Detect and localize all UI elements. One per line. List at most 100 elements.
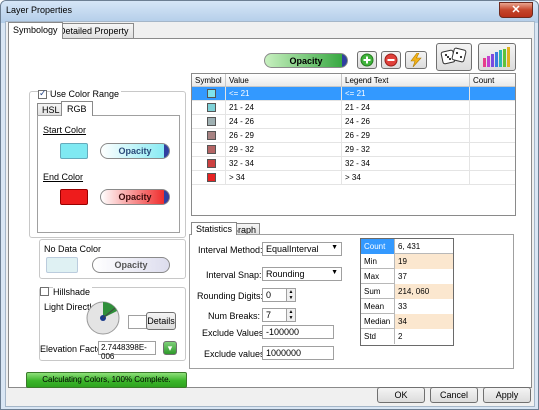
value-cell[interactable]: 24 - 26: [226, 115, 342, 129]
stat-row: Mean 33: [361, 299, 453, 314]
symbol-cell[interactable]: [192, 157, 226, 171]
col-symbol[interactable]: Symbol: [192, 74, 226, 87]
use-color-range-checkbox[interactable]: [38, 88, 47, 99]
table-row[interactable]: 26 - 29 26 - 29: [192, 129, 515, 143]
hillshade-group: Hillshade Light Directk Details Elevatio…: [39, 287, 186, 361]
exclude-lt-label: Exclude Values <: [202, 328, 272, 338]
rounding-digits-label: Rounding Digits:: [197, 291, 264, 301]
col-legend-text[interactable]: Legend Text: [342, 74, 470, 87]
table-row[interactable]: 32 - 34 32 - 34: [192, 157, 515, 171]
legend-cell[interactable]: 32 - 34: [342, 157, 470, 171]
legend-cell[interactable]: > 34: [342, 171, 470, 185]
no-data-color-swatch[interactable]: [46, 257, 78, 273]
legend-cell[interactable]: 26 - 29: [342, 129, 470, 143]
legend-cell[interactable]: 29 - 32: [342, 143, 470, 157]
symbol-cell[interactable]: [192, 143, 226, 157]
stat-value: 34: [395, 314, 453, 329]
symbol-cell[interactable]: [192, 87, 226, 101]
stat-row: Min 19: [361, 254, 453, 269]
stat-value: 6, 431: [398, 242, 421, 251]
rounding-digits-stepper[interactable]: 0 ▲ ▼: [262, 288, 296, 302]
no-data-group: No Data Color Opacity: [39, 239, 186, 279]
end-color-swatch[interactable]: [60, 189, 88, 205]
exclude-gt-field[interactable]: 1000000: [262, 346, 334, 360]
interval-snap-select[interactable]: Rounding ▼: [262, 267, 342, 281]
opacity-handle: [342, 54, 347, 67]
stat-key: Max: [361, 269, 395, 284]
rgb-panel: Start Color Opacity End Color Opacity: [37, 115, 180, 233]
dialog-client: Symbology Detailed Property Opacity ✓ Us…: [5, 21, 535, 407]
tab-symbology[interactable]: Symbology: [8, 22, 63, 39]
num-breaks-spin-icon[interactable]: ▲ ▼: [286, 309, 295, 321]
table-row[interactable]: <= 21 <= 21: [192, 87, 515, 101]
light-direction-dial[interactable]: [86, 301, 120, 335]
title-bar: Layer Properties ✕: [1, 1, 538, 21]
apply-button[interactable]: Apply: [483, 387, 531, 403]
symbol-cell[interactable]: [192, 115, 226, 129]
table-row[interactable]: > 34 > 34: [192, 171, 515, 185]
num-breaks-stepper[interactable]: 7 ▲ ▼: [262, 308, 296, 322]
legend-cell[interactable]: <= 21: [342, 87, 470, 101]
count-cell: [470, 129, 515, 143]
stat-key: Mean: [361, 299, 395, 314]
toolbar-opacity-slider[interactable]: Opacity: [264, 53, 348, 68]
class-breaks-grid[interactable]: Symbol Value Legend Text Count <= 21 <= 2…: [191, 73, 516, 216]
random-colors-button[interactable]: [436, 43, 472, 71]
progress-bar: Calculating Colors, 100% Complete.: [26, 372, 187, 388]
end-opacity-handle: [164, 190, 169, 204]
symbol-swatch: [207, 131, 216, 140]
cancel-button[interactable]: Cancel: [430, 387, 478, 403]
chevron-down-icon: ▼: [331, 244, 338, 251]
progress-text: Calculating Colors, 100% Complete.: [42, 375, 171, 384]
ok-button[interactable]: OK: [377, 387, 425, 403]
count-cell: [470, 87, 515, 101]
col-count[interactable]: Count: [470, 74, 515, 87]
tab-statistics[interactable]: Statistics: [191, 222, 238, 235]
value-cell[interactable]: 29 - 32: [226, 143, 342, 157]
interval-snap-label: Interval Snap:: [206, 270, 262, 280]
symbol-cell[interactable]: [192, 101, 226, 115]
start-opacity-slider[interactable]: Opacity: [100, 143, 170, 159]
table-row[interactable]: 21 - 24 21 - 24: [192, 101, 515, 115]
toolbar-opacity-label: Opacity: [289, 56, 323, 66]
col-value[interactable]: Value: [226, 74, 342, 87]
value-cell[interactable]: 32 - 34: [226, 157, 342, 171]
details-button[interactable]: Details: [146, 312, 176, 330]
interval-method-select[interactable]: EqualInterval ▼: [262, 242, 342, 256]
rounding-spin-icon[interactable]: ▲ ▼: [286, 289, 295, 301]
stat-key: Min: [361, 254, 395, 269]
table-row[interactable]: 29 - 32 29 - 32: [192, 143, 515, 157]
interval-method-label: Interval Method:: [198, 245, 263, 255]
legend-cell[interactable]: 21 - 24: [342, 101, 470, 115]
flip-colors-button[interactable]: [405, 51, 427, 69]
symbol-cell[interactable]: [192, 129, 226, 143]
symbol-cell[interactable]: [192, 171, 226, 185]
value-cell[interactable]: 21 - 24: [226, 101, 342, 115]
window-title: Layer Properties: [6, 5, 73, 15]
start-color-label: Start Color: [43, 125, 87, 135]
stat-key: Count: [361, 239, 395, 254]
value-cell[interactable]: 26 - 29: [226, 129, 342, 143]
end-opacity-slider[interactable]: Opacity: [100, 189, 170, 205]
tab-detailed-property[interactable]: Detailed Property: [54, 23, 134, 38]
exclude-lt-field[interactable]: -100000: [262, 325, 334, 339]
end-color-label: End Color: [43, 172, 84, 182]
color-ramp-button[interactable]: [478, 43, 516, 71]
legend-cell[interactable]: 24 - 26: [342, 115, 470, 129]
end-opacity-label: Opacity: [118, 192, 152, 202]
stat-key: Sum: [361, 284, 395, 299]
remove-break-button[interactable]: [381, 51, 401, 69]
add-break-button[interactable]: [357, 51, 377, 69]
no-data-opacity-label: Opacity: [114, 260, 148, 270]
tab-rgb[interactable]: RGB: [61, 101, 93, 116]
table-row[interactable]: 24 - 26 24 - 26: [192, 115, 515, 129]
value-cell[interactable]: <= 21: [226, 87, 342, 101]
no-data-opacity-slider[interactable]: Opacity: [92, 257, 170, 273]
value-cell[interactable]: > 34: [226, 171, 342, 185]
elevation-dropdown-button[interactable]: ▾: [163, 341, 177, 355]
stat-key: Median: [361, 314, 395, 329]
start-color-swatch[interactable]: [60, 143, 88, 159]
close-button[interactable]: ✕: [499, 2, 533, 18]
elevation-factor-field[interactable]: 2.7448398E-006: [98, 341, 156, 361]
hillshade-checkbox[interactable]: [40, 287, 49, 296]
